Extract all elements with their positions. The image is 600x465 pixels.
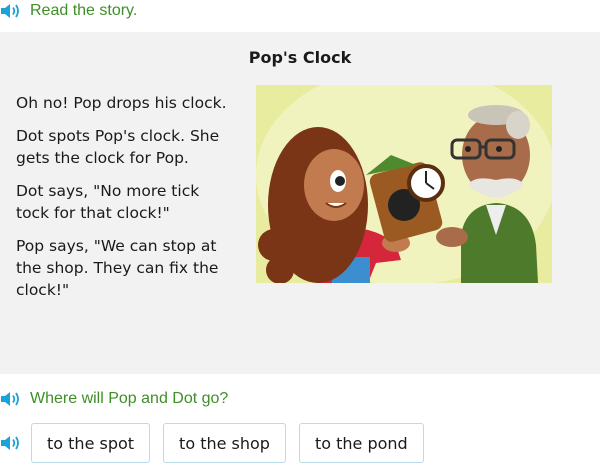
speaker-icon[interactable]: [0, 390, 22, 408]
speaker-icon[interactable]: [0, 2, 22, 20]
answer-choice-to-the-pond[interactable]: to the pond: [298, 423, 424, 463]
answer-choice-to-the-shop[interactable]: to the shop: [163, 423, 286, 463]
story-paragraph: Dot says, "No more tick tock for that cl…: [16, 182, 200, 222]
speaker-icon[interactable]: [0, 434, 22, 452]
story-illustration: [256, 85, 552, 283]
answer-choice-to-the-spot[interactable]: to the spot: [31, 423, 151, 463]
story-text: Oh no! Pop drops his clock. Dot spots Po…: [16, 92, 231, 312]
answer-choices: to the spot to the shop to the pond: [0, 423, 437, 463]
instruction-row: Read the story.: [0, 0, 137, 22]
story-paragraph: Pop says, "We can stop at the shop. They…: [16, 237, 219, 299]
story-paragraph: Dot spots Pop's clock. She gets the cloc…: [16, 127, 220, 167]
question-text: Where will Pop and Dot go?: [30, 390, 229, 407]
instruction-text: Read the story.: [30, 2, 138, 19]
story-title: Pop's Clock: [248, 48, 352, 67]
story-panel: Pop's Clock Oh no! Pop drops his clock. …: [0, 32, 600, 374]
story-paragraph: Oh no! Pop drops his clock.: [16, 94, 227, 112]
question-row: Where will Pop and Dot go?: [0, 388, 228, 410]
